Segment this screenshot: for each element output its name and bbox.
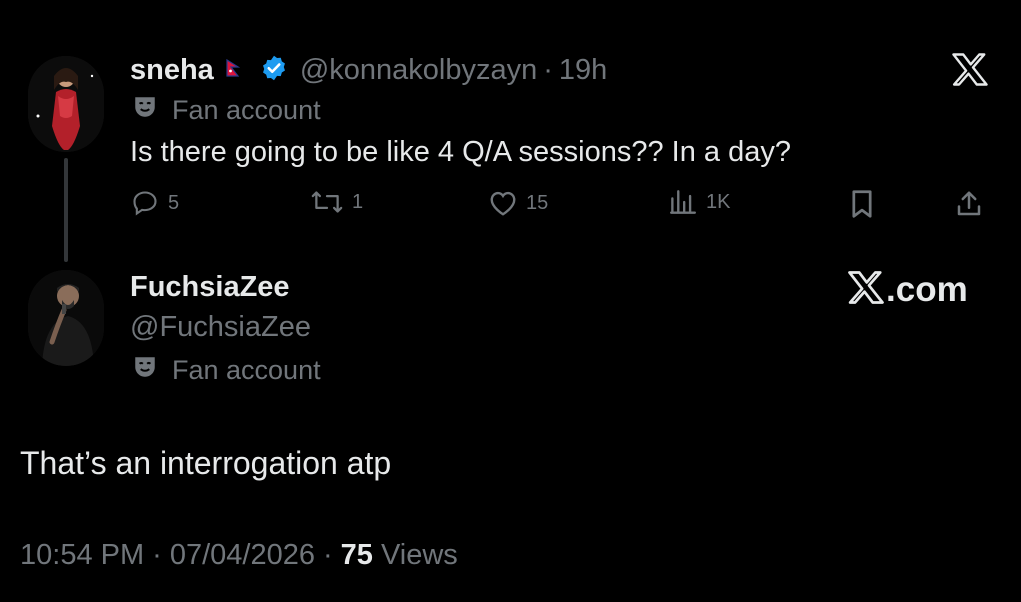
repost-icon bbox=[310, 189, 344, 215]
reply-fan-account-label: Fan account bbox=[132, 94, 321, 127]
separator-dot: · bbox=[322, 539, 333, 571]
nepal-flag-icon bbox=[226, 58, 240, 82]
reply-tweet-text: Is there going to be like 4 Q/A sessions… bbox=[130, 136, 791, 168]
reply-timestamp[interactable]: 19h bbox=[559, 54, 607, 87]
post-handle[interactable]: @FuchsiaZee bbox=[130, 311, 311, 344]
post-metadata: 10:54 PM · 07/04/2026 · 75 Views bbox=[20, 539, 458, 572]
label-text: Fan account bbox=[172, 95, 321, 125]
bookmark-button[interactable] bbox=[848, 189, 876, 219]
like-button[interactable]: 15 bbox=[488, 189, 548, 217]
repost-button[interactable]: 1 bbox=[310, 189, 363, 215]
heart-icon bbox=[488, 189, 518, 217]
repost-count: 1 bbox=[352, 190, 364, 213]
reply-header: sneha @konnakolbyzayn · 19h bbox=[130, 52, 607, 88]
label-text: Fan account bbox=[172, 355, 321, 385]
reply-action-bar: 5 1 15 1K bbox=[130, 189, 990, 225]
x-logo-icon[interactable] bbox=[952, 53, 988, 91]
verified-badge-icon bbox=[260, 54, 288, 87]
bookmark-icon bbox=[848, 189, 876, 219]
reply-display-name[interactable]: sneha bbox=[130, 54, 214, 87]
views-count: 75 bbox=[340, 539, 373, 571]
avatar-fuchsiazee[interactable] bbox=[28, 270, 104, 366]
view-count: 1K bbox=[706, 190, 731, 213]
theater-mask-icon bbox=[132, 354, 158, 387]
like-count: 15 bbox=[526, 191, 549, 214]
branding-domain: .com bbox=[886, 270, 968, 309]
views-label: Views bbox=[380, 539, 458, 571]
reply-handle[interactable]: @konnakolbyzayn bbox=[300, 54, 537, 87]
views-button[interactable]: 1K bbox=[668, 189, 730, 215]
share-icon bbox=[954, 189, 984, 219]
share-button[interactable] bbox=[954, 189, 984, 219]
post-text: That’s an interrogation atp bbox=[20, 445, 392, 481]
x-logo-icon bbox=[848, 271, 884, 309]
views-stat[interactable]: 75 Views bbox=[341, 539, 458, 572]
separator-dot: · bbox=[152, 539, 162, 571]
post-fan-account-label: Fan account bbox=[132, 354, 321, 387]
reply-count: 5 bbox=[168, 191, 180, 214]
post-date[interactable]: 07/04/2026 bbox=[170, 539, 315, 572]
post-display-name[interactable]: FuchsiaZee bbox=[130, 271, 290, 304]
analytics-icon bbox=[668, 189, 698, 215]
separator-dot: · bbox=[543, 53, 553, 86]
post-time[interactable]: 10:54 PM bbox=[20, 539, 144, 572]
reply-button[interactable]: 5 bbox=[130, 189, 179, 217]
theater-mask-icon bbox=[132, 94, 158, 127]
avatar-sneha[interactable] bbox=[28, 56, 104, 152]
thread-connector-line bbox=[64, 158, 68, 262]
x-com-branding: .com bbox=[848, 270, 968, 310]
comment-icon bbox=[130, 189, 160, 217]
